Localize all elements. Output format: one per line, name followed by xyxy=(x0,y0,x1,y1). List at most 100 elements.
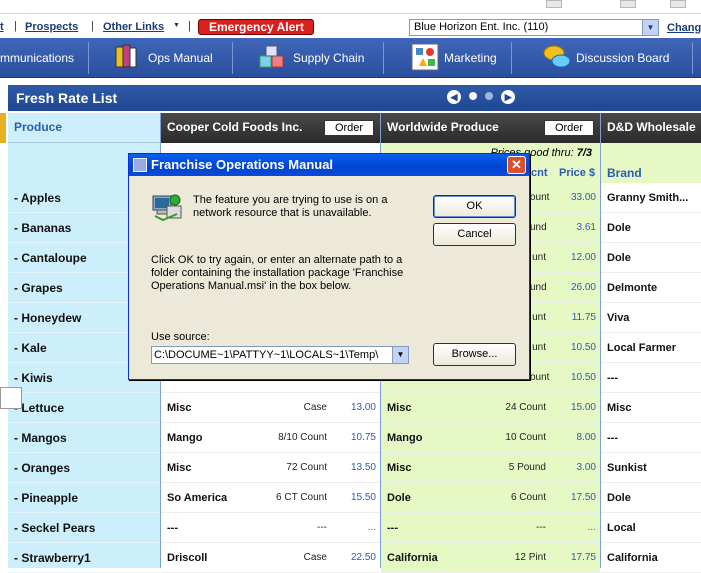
stray-input-box[interactable] xyxy=(0,387,22,409)
cell-count: 6 Count xyxy=(480,483,550,513)
cell-price: 12.00 xyxy=(550,243,600,273)
cell-count: und xyxy=(530,273,550,303)
page-title: Fresh Rate List xyxy=(8,85,701,111)
cell-count: Case xyxy=(259,543,331,573)
nav-label: Marketing xyxy=(444,51,497,65)
cell-price: 3.61 xyxy=(550,213,600,243)
prev-arrow-icon[interactable]: ◀ xyxy=(447,90,461,104)
dialog-titlebar[interactable]: Franchise Operations Manual ✕ xyxy=(129,154,529,176)
vendor-header-worldwide: Worldwide Produce Order xyxy=(381,113,600,143)
book-icon xyxy=(115,44,137,68)
cell-brand: California xyxy=(601,543,701,573)
link-partial[interactable]: t xyxy=(0,21,4,33)
chevron-down-icon[interactable]: ▼ xyxy=(392,347,408,363)
browse-button[interactable]: Browse... xyxy=(433,343,516,366)
boxes-icon xyxy=(259,45,284,68)
cell-brand: Dole xyxy=(601,243,701,273)
toolbar-icon[interactable] xyxy=(670,0,686,8)
separator: | xyxy=(188,20,191,32)
cell-brand: Local Farmer xyxy=(601,333,701,363)
cell-count: --- xyxy=(480,513,550,543)
prospects-link[interactable]: Prospects xyxy=(25,21,78,33)
pager-dot[interactable] xyxy=(469,92,478,100)
pager-dot[interactable] xyxy=(485,92,494,100)
cell-brand: Misc xyxy=(601,393,701,423)
cell-count: und xyxy=(530,213,550,243)
dialog-instructions: Click OK to try again, or enter an alter… xyxy=(151,254,404,292)
cell-count: 6 CT Count xyxy=(259,483,331,513)
cancel-button[interactable]: Cancel xyxy=(433,223,516,246)
cell-count: 5 Pound xyxy=(480,453,550,483)
ok-button[interactable]: OK xyxy=(433,195,516,218)
order-button[interactable]: Order xyxy=(544,120,594,136)
nav-communications[interactable]: mmunications xyxy=(0,38,86,78)
cell-price: 13.50 xyxy=(331,453,380,483)
cell-brand: Dole xyxy=(381,483,480,513)
next-arrow-icon[interactable]: ▶ xyxy=(501,90,516,104)
cell-price: 22.50 xyxy=(331,543,380,573)
cell-brand: Misc xyxy=(381,453,480,483)
chevron-down-icon[interactable]: ▼ xyxy=(642,20,658,35)
produce-item: - Strawberry1 xyxy=(8,543,160,573)
cell-count: 10 Count xyxy=(480,423,550,453)
cell-brand: Local xyxy=(601,513,701,543)
cell-brand: Misc xyxy=(161,393,259,423)
dialog-title: Franchise Operations Manual xyxy=(151,157,334,172)
nav-label: Ops Manual xyxy=(148,51,213,65)
order-button[interactable]: Order xyxy=(324,120,374,136)
cell-count: unt xyxy=(530,303,550,333)
cell-count: Case xyxy=(259,393,331,423)
cell-brand: Mango xyxy=(381,423,480,453)
chat-icon xyxy=(543,45,571,68)
side-tab[interactable] xyxy=(0,113,6,143)
cell-price: 15.50 xyxy=(331,483,380,513)
close-icon[interactable]: ✕ xyxy=(507,156,526,174)
installer-icon xyxy=(133,158,147,172)
carousel-pager: ◀ ▶ xyxy=(447,90,520,104)
nav-ops-manual[interactable]: Ops Manual xyxy=(112,38,232,78)
emergency-alert-button[interactable]: Emergency Alert xyxy=(198,19,314,35)
cell-count: unt xyxy=(530,333,550,363)
toolbar-icon[interactable] xyxy=(620,0,636,8)
change-link[interactable]: Chang xyxy=(667,22,701,34)
dd-note xyxy=(601,143,701,163)
dd-brand-header: Brand xyxy=(601,163,701,183)
chevron-down-icon[interactable]: ▼ xyxy=(173,22,180,29)
cell-brand: --- xyxy=(161,513,259,543)
produce-item: - Lettuce xyxy=(8,393,160,423)
nav-label: Discussion Board xyxy=(576,51,670,65)
produce-item: - Mangos xyxy=(8,423,160,453)
cell-brand: Dole xyxy=(601,213,701,243)
column-divider xyxy=(600,113,601,568)
cell-brand: Viva xyxy=(601,303,701,333)
cell-brand: Driscoll xyxy=(161,543,259,573)
cell-brand: Sunkist xyxy=(601,453,701,483)
cell-price: 17.75 xyxy=(550,543,600,573)
produce-item: - Oranges xyxy=(8,453,160,483)
company-select[interactable]: Blue Horizon Ent. Inc. (110) ▼ xyxy=(409,19,659,36)
produce-header: Produce xyxy=(8,113,160,143)
cell-price: 10.75 xyxy=(331,423,380,453)
nav-discussion-board[interactable]: Discussion Board xyxy=(542,38,692,78)
cell-brand: So America xyxy=(161,483,259,513)
cell-count: --- xyxy=(259,513,331,543)
nav-supply-chain[interactable]: Supply Chain xyxy=(257,38,383,78)
cell-price: 13.00 xyxy=(331,393,380,423)
cell-count: ount xyxy=(530,183,550,213)
cell-count: 24 Count xyxy=(480,393,550,423)
use-source-input[interactable]: C:\DOCUME~1\PATTYY~1\LOCALS~1\Temp\ ▼ xyxy=(151,346,409,364)
other-links-link[interactable]: Other Links xyxy=(103,21,164,33)
nav-marketing[interactable]: Marketing xyxy=(410,38,510,78)
produce-item: - Pineapple xyxy=(8,483,160,513)
cell-price: 15.00 xyxy=(550,393,600,423)
cell-price: 11.75 xyxy=(550,303,600,333)
top-links-bar: t | Prospects | Other Links ▼ | Emergenc… xyxy=(0,14,701,38)
nav-divider xyxy=(511,42,512,74)
cell-count: 8/10 Count xyxy=(259,423,331,453)
cell-brand: --- xyxy=(601,423,701,453)
toolbar-icon[interactable] xyxy=(546,0,562,8)
cell-price: 10.50 xyxy=(550,363,600,393)
franchise-manual-dialog: Franchise Operations Manual ✕ The featur… xyxy=(128,153,530,380)
produce-item: - Seckel Pears xyxy=(8,513,160,543)
cell-count: ount xyxy=(530,363,550,393)
